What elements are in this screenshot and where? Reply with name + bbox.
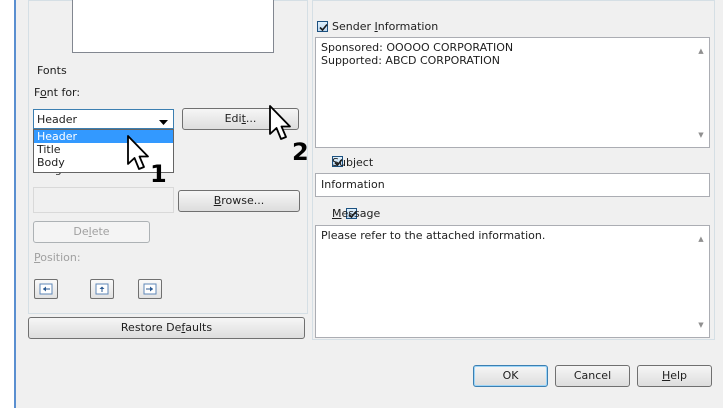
fonts-group-label: Fonts (37, 64, 67, 77)
subject-input[interactable]: Information (315, 173, 710, 197)
cancel-button[interactable]: Cancel (555, 365, 630, 387)
checkmark-icon (319, 23, 328, 32)
scroll-up-icon[interactable]: ▲ (697, 47, 705, 55)
arrow-left-icon (39, 283, 53, 295)
help-button[interactable]: Help (637, 365, 712, 387)
window-edge (14, 0, 16, 408)
position-label: Position: (34, 251, 81, 264)
arrow-up-icon (95, 283, 109, 295)
subject-label: Subject (332, 156, 374, 169)
sender-information-label: Sender Information (332, 20, 439, 33)
browse-button[interactable]: Browse... (178, 190, 300, 212)
sender-information-checkbox[interactable] (317, 21, 328, 32)
restore-defaults-button[interactable]: Restore Defaults (28, 317, 305, 339)
arrow-right-icon (143, 283, 157, 295)
dropdown-value: Header (37, 113, 78, 126)
ok-button[interactable]: OK (473, 365, 548, 387)
image-file-field[interactable] (33, 187, 174, 213)
message-label: Message (332, 207, 381, 220)
chevron-down-icon (159, 116, 168, 129)
step-callout-1: 1 (150, 160, 167, 188)
scroll-down-icon[interactable]: ▼ (697, 131, 705, 139)
message-textarea[interactable]: Please refer to the attached information… (315, 225, 710, 338)
position-center-button[interactable] (90, 279, 114, 299)
font-for-dropdown[interactable]: Header (33, 109, 174, 129)
position-left-button[interactable] (34, 279, 58, 299)
delete-button[interactable]: Delete (33, 221, 150, 243)
position-right-button[interactable] (138, 279, 162, 299)
sender-information-textarea[interactable]: Sponsored: OOOOO CORPORATION Supported: … (315, 37, 710, 148)
preview-box (72, 0, 274, 53)
step-callout-2: 2 (292, 138, 309, 166)
scroll-up-icon[interactable]: ▲ (697, 235, 705, 243)
font-for-label: Font for: (34, 86, 81, 99)
scroll-down-icon[interactable]: ▼ (697, 321, 705, 329)
